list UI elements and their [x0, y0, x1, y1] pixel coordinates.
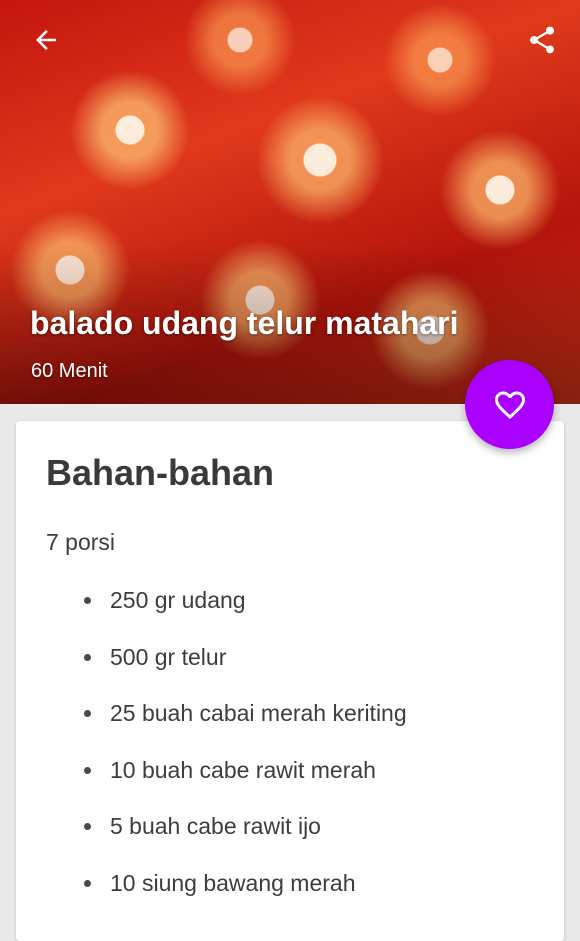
- bullet-icon: [84, 653, 91, 661]
- share-icon: [530, 26, 554, 54]
- ingredient-text: 250 gr udang: [110, 587, 246, 613]
- recipe-duration: 60 Menit: [31, 360, 108, 382]
- bullet-icon: [84, 823, 91, 830]
- bullet-icon: [84, 710, 91, 717]
- bullet-icon: [84, 597, 91, 604]
- ingredient-item: 5 buah cabe rawit ijo: [78, 807, 407, 864]
- ingredient-text: 10 siung bawang merah: [110, 869, 356, 896]
- ingredient-item: 10 buah cabe rawit merah: [78, 751, 407, 808]
- bullet-icon: [84, 879, 91, 887]
- ingredients-heading: Bahan-bahan: [46, 452, 275, 493]
- ingredient-text: 10 buah cabe rawit merah: [110, 756, 376, 783]
- recipe-title: balado udang telur matahari: [30, 305, 459, 341]
- ingredient-text: 500 gr telur: [110, 643, 227, 670]
- ingredient-item: 250 gr udang: [78, 581, 407, 638]
- ingredients-list: 250 gr udang 500 gr telur 25 buah cabai …: [78, 581, 407, 920]
- back-button[interactable]: [24, 18, 68, 62]
- ingredient-text: 5 buah cabe rawit ijo: [110, 813, 321, 839]
- ingredients-card: Bahan-bahan 7 porsi 250 gr udang 500 gr …: [16, 421, 564, 941]
- favorite-button[interactable]: [465, 360, 554, 449]
- ingredient-item: 25 buah cabai merah keriting: [78, 694, 407, 751]
- ingredient-text: 25 buah cabai merah keriting: [110, 700, 407, 726]
- heart-outline-icon: [494, 391, 525, 419]
- bullet-icon: [84, 766, 91, 774]
- arrow-left-icon: [36, 30, 56, 50]
- ingredient-item: 500 gr telur: [78, 638, 407, 695]
- servings-text: 7 porsi: [46, 529, 116, 555]
- ingredient-item: 10 siung bawang merah: [78, 864, 407, 921]
- top-app-bar: [0, 0, 580, 80]
- share-button[interactable]: [520, 18, 564, 62]
